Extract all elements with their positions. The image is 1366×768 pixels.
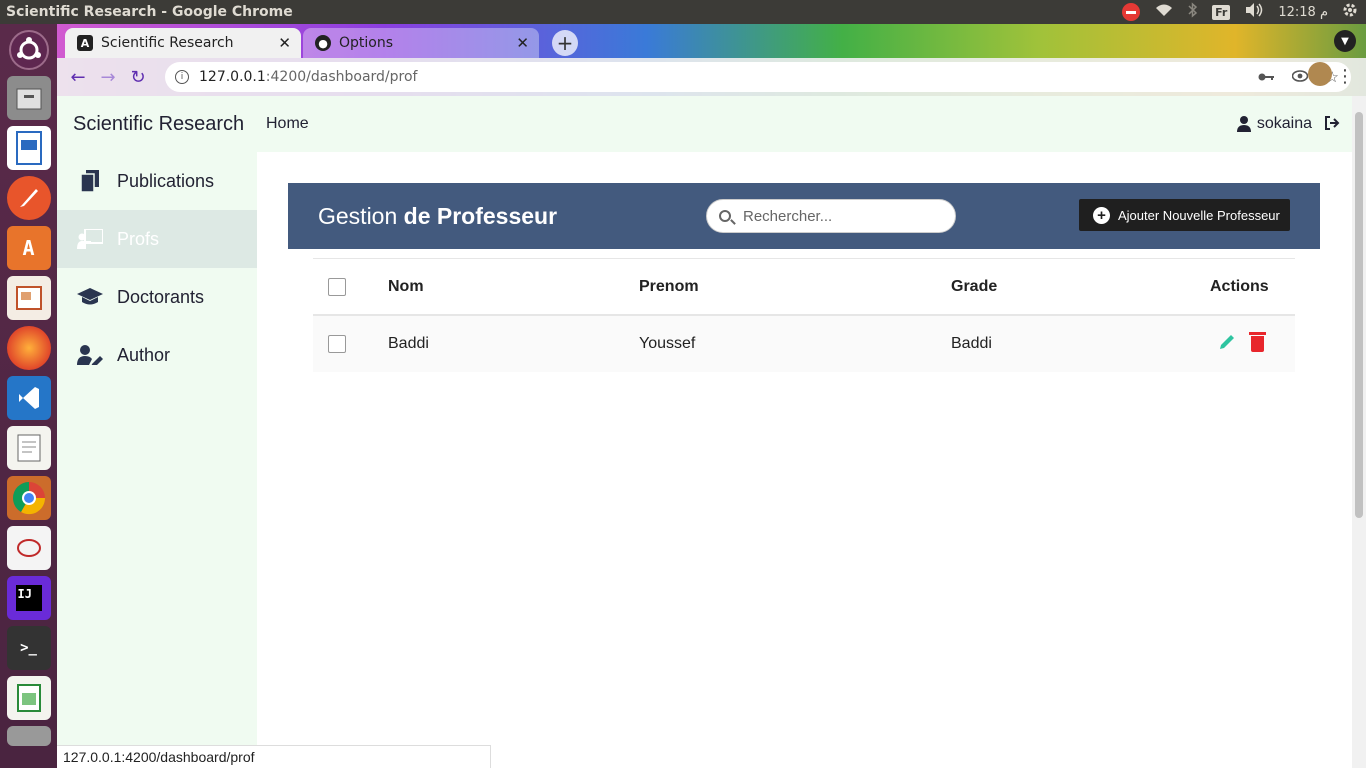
close-tab-icon[interactable]: ✕ [516, 34, 529, 52]
tab-strip: A Scientific Research ✕ ● Options ✕ + ▼ [57, 24, 1366, 58]
table-header-row: Nom Prenom Grade Actions [313, 258, 1295, 316]
key-icon[interactable] [1258, 68, 1274, 86]
chalkboard-teacher-icon [77, 229, 103, 249]
header-actions: Actions [1210, 277, 1269, 295]
page-title-light: Gestion [318, 203, 398, 229]
user-menu[interactable]: sokaina [1236, 115, 1312, 133]
browser-chrome: A Scientific Research ✕ ● Options ✕ + ▼ … [57, 24, 1366, 96]
sidebar-item-author[interactable]: Author [57, 326, 257, 384]
settings-gear-icon[interactable] [1342, 2, 1358, 22]
do-not-disturb-icon[interactable] [1122, 3, 1141, 21]
window-title: Scientific Research - Google Chrome [6, 4, 293, 20]
app-brand[interactable]: Scientific Research [73, 113, 244, 136]
evince-icon[interactable] [6, 526, 51, 570]
address-bar[interactable]: i 127.0.0.1:4200/dashboard/prof ☆ [165, 62, 1351, 92]
delete-trash-icon[interactable] [1249, 332, 1266, 352]
tab-label: Scientific Research [101, 35, 234, 51]
search-icon [719, 210, 731, 222]
cell-prenom: Youssef [639, 335, 696, 352]
status-bubble: 127.0.0.1:4200/dashboard/prof [57, 745, 491, 768]
add-professor-label: Ajouter Nouvelle Professeur [1118, 207, 1280, 223]
tab-options[interactable]: ● Options ✕ [303, 28, 539, 58]
browser-toolbar: ← → ↻ i 127.0.0.1:4200/dashboard/prof ☆ … [57, 58, 1366, 96]
tab-scientific-research[interactable]: A Scientific Research ✕ [65, 28, 301, 58]
username: sokaina [1256, 115, 1312, 132]
browser-menu-icon[interactable]: ⋮ [1336, 66, 1354, 87]
ubuntu-icon[interactable] [8, 30, 49, 70]
sidebar-item-publications[interactable]: Publications [57, 152, 257, 210]
user-edit-icon [77, 345, 103, 365]
search-input[interactable] [743, 207, 943, 225]
system-tray: Fr 12:18 م [1122, 0, 1358, 24]
web-page: Scientific Research Home sokaina Publica… [57, 96, 1352, 768]
software-icon[interactable]: A [6, 226, 51, 270]
eye-icon[interactable] [1291, 68, 1308, 86]
impress-icon[interactable] [6, 276, 51, 320]
close-tab-icon[interactable]: ✕ [278, 34, 291, 52]
home-link[interactable]: Home [266, 115, 309, 133]
sidebar-item-label: Profs [117, 228, 160, 249]
graduation-cap-icon [77, 288, 103, 306]
files-icon[interactable] [6, 76, 51, 120]
forward-button[interactable]: → [93, 62, 123, 92]
select-all-checkbox[interactable] [328, 277, 346, 296]
writer-icon[interactable] [6, 126, 51, 170]
keyboard-layout-indicator[interactable]: Fr [1212, 4, 1231, 20]
vscode-icon[interactable] [6, 376, 51, 420]
sidebar-item-label: Doctorants [117, 286, 205, 307]
sidebar-item-doctorants[interactable]: Doctorants [57, 268, 257, 326]
header-prenom[interactable]: Prenom [639, 278, 699, 296]
text-editor-icon[interactable] [6, 426, 51, 470]
sidebar-item-profs[interactable]: Profs [57, 210, 257, 268]
header-grade[interactable]: Grade [951, 278, 997, 296]
cell-grade: Baddi [951, 335, 992, 352]
angular-icon: A [77, 35, 93, 51]
profile-avatar[interactable] [1308, 62, 1332, 86]
volume-icon[interactable] [1244, 2, 1264, 22]
add-professor-button[interactable]: + Ajouter Nouvelle Professeur [1079, 199, 1290, 231]
intellij-icon[interactable]: IJ [6, 576, 51, 620]
panel-header: Gestion de Professeur + Ajouter Nouvelle… [288, 183, 1320, 249]
tab-label: Options [339, 35, 394, 51]
clock[interactable]: 12:18 م [1278, 5, 1328, 20]
github-icon: ● [315, 35, 331, 51]
table-row: Baddi Youssef Baddi [313, 316, 1295, 372]
cell-nom: Baddi [388, 335, 429, 352]
scrollbar-thumb[interactable] [1355, 112, 1363, 518]
os-top-bar: Scientific Research - Google Chrome Fr 1… [0, 0, 1366, 24]
calc-icon[interactable] [6, 676, 51, 720]
site-info-icon[interactable]: i [175, 70, 189, 84]
url-host: 127.0.0.1 [199, 69, 266, 85]
edit-pencil-icon[interactable] [1218, 333, 1236, 356]
sidebar: Publications Profs Doctorants Author [57, 152, 257, 768]
page-scrollbar[interactable] [1352, 96, 1366, 768]
plus-circle-icon: + [1093, 206, 1110, 224]
header-nom[interactable]: Nom [388, 278, 424, 296]
firefox-icon[interactable] [6, 326, 51, 370]
new-tab-button[interactable]: + [552, 30, 578, 56]
app-navbar: Scientific Research Home sokaina [57, 96, 1352, 152]
bluetooth-icon[interactable] [1188, 2, 1198, 22]
chrome-icon[interactable] [6, 476, 51, 520]
copy-icon [77, 170, 103, 192]
row-checkbox[interactable] [328, 335, 346, 353]
professors-table: Nom Prenom Grade Actions Baddi Youssef B… [313, 258, 1295, 372]
reload-button[interactable]: ↻ [123, 62, 153, 92]
logout-icon[interactable] [1324, 115, 1340, 134]
inkscape-icon[interactable] [6, 176, 51, 220]
search-box[interactable] [706, 199, 956, 233]
terminal-icon[interactable]: >_ [6, 626, 51, 670]
sidebar-item-label: Publications [117, 170, 215, 191]
trash-icon[interactable] [6, 726, 51, 746]
back-button[interactable]: ← [63, 62, 93, 92]
url-path: :4200/dashboard/prof [265, 69, 418, 85]
wifi-icon[interactable] [1154, 2, 1174, 22]
page-title-bold: de Professeur [403, 203, 558, 229]
sidebar-item-label: Author [117, 344, 171, 365]
page-title: Gestion de Professeur [318, 203, 557, 230]
user-icon [1236, 116, 1251, 132]
ubuntu-launcher: A IJ >_ [0, 24, 57, 768]
main-content: Gestion de Professeur + Ajouter Nouvelle… [257, 152, 1352, 768]
tab-search-icon[interactable]: ▼ [1334, 30, 1356, 52]
